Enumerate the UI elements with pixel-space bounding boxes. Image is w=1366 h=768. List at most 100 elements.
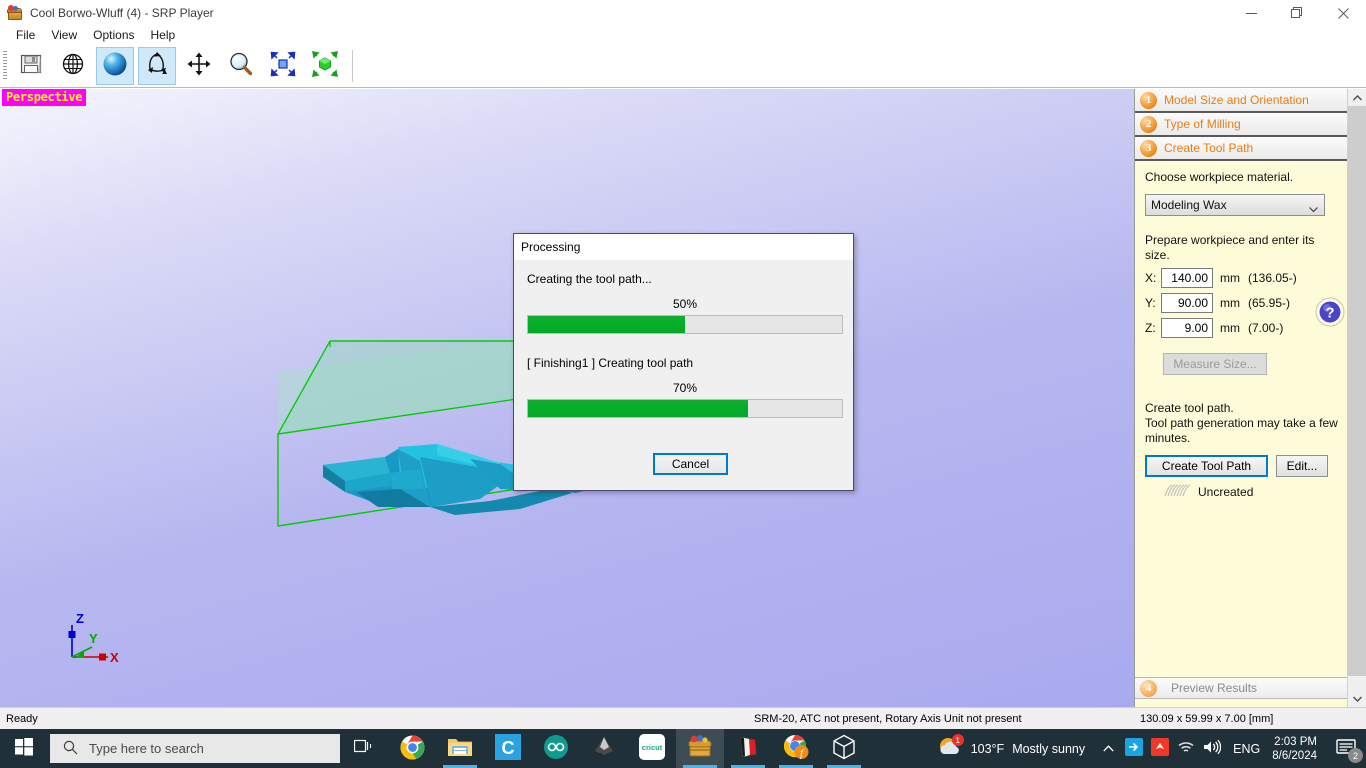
carbide-create-icon: C xyxy=(495,734,521,763)
taskbar-app-3d-builder[interactable] xyxy=(820,729,868,768)
volume-icon xyxy=(1203,739,1222,758)
overall-progress-percent: 50% xyxy=(672,297,698,311)
step-header-preview-results[interactable]: 4 Preview Results xyxy=(1135,677,1348,699)
share-tray-icon xyxy=(1125,738,1144,759)
menu-bar: File View Options Help xyxy=(0,26,1366,44)
tray-icon-red-app[interactable] xyxy=(1147,729,1173,768)
file-explorer-icon xyxy=(447,736,473,761)
weather-temperature: 103°F xyxy=(970,741,1005,756)
tray-icon-volume[interactable] xyxy=(1199,729,1225,768)
start-button[interactable] xyxy=(0,729,48,768)
srp-player-icon xyxy=(7,5,23,21)
tray-icon-share[interactable] xyxy=(1121,729,1147,768)
size-prompt: Prepare workpiece and enter its size. xyxy=(1145,233,1315,262)
step-label-create-tool-path: Create Tool Path xyxy=(1164,141,1254,155)
zoom-window-icon xyxy=(270,51,296,80)
taskbar-app-file-explorer[interactable] xyxy=(436,729,484,768)
sun-cloud-icon: 1 xyxy=(937,734,964,762)
scrollbar-thumb[interactable] xyxy=(1348,106,1366,676)
task-progress-bar xyxy=(527,399,843,418)
vcarve-icon xyxy=(735,735,761,762)
taskbar-app-cricut[interactable]: cricut xyxy=(628,729,676,768)
clock[interactable]: 2:03 PM 8/6/2024 xyxy=(1268,735,1326,763)
size-row-x: X: 140.00 mm (136.05-) xyxy=(1145,268,1338,288)
toolbar-grip[interactable] xyxy=(3,50,7,81)
help-question-icon: ? xyxy=(1315,297,1345,327)
cancel-button[interactable]: Cancel xyxy=(653,453,728,475)
rotate-button[interactable] xyxy=(138,46,176,85)
step-header-create-tool-path[interactable]: 3 Create Tool Path xyxy=(1135,137,1348,161)
cricut-icon: cricut xyxy=(639,734,665,763)
toolbar xyxy=(0,44,1366,88)
step-header-type-of-milling[interactable]: 2 Type of Milling xyxy=(1135,113,1348,137)
save-button[interactable] xyxy=(12,47,50,85)
create-tool-path-button[interactable]: Create Tool Path xyxy=(1145,455,1268,477)
chevron-down-icon xyxy=(1309,202,1318,213)
inkscape-icon xyxy=(591,734,617,763)
menu-help[interactable]: Help xyxy=(143,27,184,43)
create-prompt-line-1: Create tool path. xyxy=(1145,401,1234,415)
svg-text:X: X xyxy=(110,650,119,665)
zoom-button[interactable] xyxy=(222,47,260,85)
taskbar-app-srp-player[interactable] xyxy=(676,729,724,768)
globe-button[interactable] xyxy=(54,47,92,85)
search-input[interactable]: Type here to search xyxy=(50,734,340,763)
windows-logo-icon xyxy=(15,738,33,759)
measure-size-button[interactable]: Measure Size... xyxy=(1163,353,1267,375)
taskbar-app-chrome[interactable] xyxy=(388,729,436,768)
shading-button[interactable] xyxy=(96,46,134,85)
toolbar-separator xyxy=(352,49,353,82)
taskbar-app-inkscape[interactable] xyxy=(580,729,628,768)
material-select[interactable]: Modeling Wax xyxy=(1145,194,1325,216)
minimize-button[interactable] xyxy=(1228,0,1274,26)
floppy-disk-icon xyxy=(19,52,43,79)
menu-options[interactable]: Options xyxy=(85,27,142,43)
taskbar-app-arduino[interactable] xyxy=(532,729,580,768)
restore-button[interactable] xyxy=(1274,0,1320,26)
scroll-up-button[interactable] xyxy=(1348,89,1366,106)
weather-widget[interactable]: 1 103°F Mostly sunny xyxy=(937,734,1086,762)
size-z-input[interactable]: 9.00 xyxy=(1161,318,1213,338)
weather-badge: 1 xyxy=(951,734,964,746)
task-progress-percent: 70% xyxy=(672,381,698,395)
hatch-lines-icon xyxy=(1163,484,1191,500)
axis-gizmo: Z X Y xyxy=(68,611,119,665)
window-controls xyxy=(1228,0,1366,26)
magnifier-icon xyxy=(228,51,254,80)
red-app-tray-icon xyxy=(1151,738,1170,759)
clock-time: 2:03 PM xyxy=(1274,735,1317,748)
windows-taskbar: Type here to search C cricut f 1 103°F M… xyxy=(0,729,1366,768)
chrome-icon xyxy=(400,735,425,763)
scroll-down-button[interactable] xyxy=(1348,690,1366,707)
help-button[interactable]: ? xyxy=(1315,297,1345,327)
step-header-model-size[interactable]: 1 Model Size and Orientation xyxy=(1135,89,1348,113)
task-view-button[interactable] xyxy=(340,729,388,768)
size-y-input[interactable]: 90.00 xyxy=(1161,293,1213,313)
title-bar: Cool Borwo-Wluff (4) - SRP Player xyxy=(0,0,1366,26)
menu-file[interactable]: File xyxy=(8,27,43,43)
taskbar-app-vcarve[interactable] xyxy=(724,729,772,768)
weather-condition: Mostly sunny xyxy=(1012,741,1086,756)
edit-button[interactable]: Edit... xyxy=(1276,455,1328,477)
pan-button[interactable] xyxy=(180,47,218,85)
zoom-window-button[interactable] xyxy=(264,47,302,85)
taskbar-app-carbide-create[interactable]: C xyxy=(484,729,532,768)
processing-dialog: Processing Creating the tool path... 50%… xyxy=(513,233,854,491)
status-dimensions: 130.09 x 59.99 x 7.00 [mm] xyxy=(1140,712,1274,725)
panel-scrollbar[interactable] xyxy=(1347,89,1366,707)
close-button[interactable] xyxy=(1320,0,1366,26)
menu-view[interactable]: View xyxy=(43,27,85,43)
create-prompt-line-3: minutes. xyxy=(1145,431,1191,445)
taskbar-app-chrome-profile[interactable]: f xyxy=(772,729,820,768)
size-x-range: (136.05-) xyxy=(1248,271,1297,285)
tray-expand-button[interactable] xyxy=(1095,729,1121,768)
fit-view-button[interactable] xyxy=(306,47,344,85)
tray-icon-wifi[interactable] xyxy=(1173,729,1199,768)
size-x-input[interactable]: 140.00 xyxy=(1161,268,1213,288)
application-window: Cool Borwo-Wluff (4) - SRP Player File V… xyxy=(0,0,1366,768)
language-indicator[interactable]: ENG xyxy=(1225,742,1268,756)
create-tool-path-section: Choose workpiece material. Modeling Wax … xyxy=(1135,161,1348,500)
action-center-button[interactable]: 2 xyxy=(1326,729,1366,768)
step-label-model-size: Model Size and Orientation xyxy=(1164,93,1309,107)
size-axis-z-label: Z: xyxy=(1145,321,1156,335)
